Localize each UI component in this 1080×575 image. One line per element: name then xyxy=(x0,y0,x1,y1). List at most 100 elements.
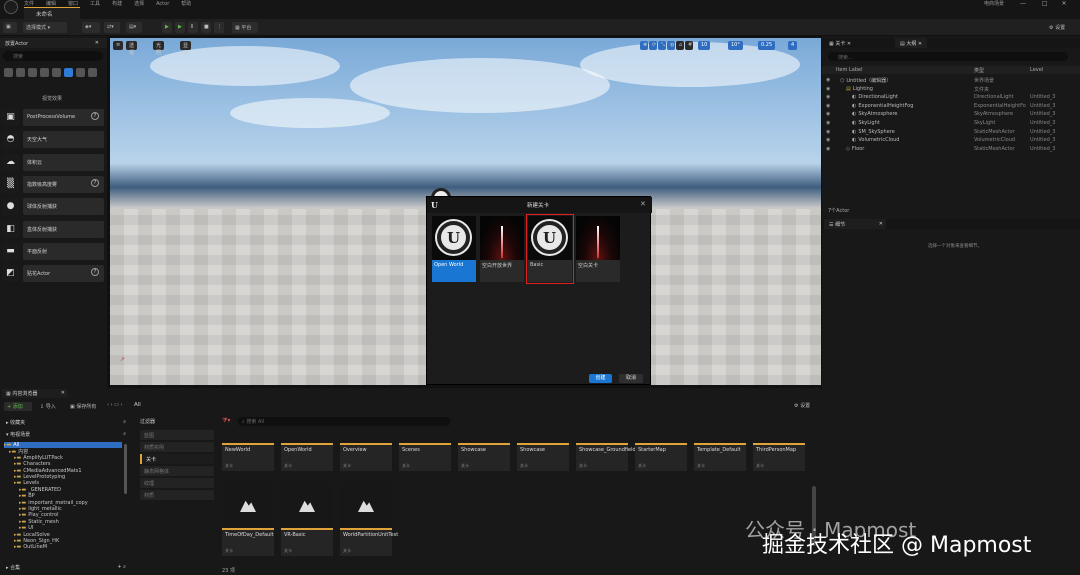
asset-tile[interactable]: Overview 关卡 xyxy=(340,443,392,471)
folder-tree-item[interactable]: ▸▬ Play_control xyxy=(4,512,122,518)
filter-icon[interactable]: ⧩▾ xyxy=(222,417,230,425)
place-actor-item[interactable]: ▣ PostProcessVolume? xyxy=(0,107,107,128)
close-icon[interactable]: ✕ xyxy=(95,40,99,46)
basic-icon[interactable] xyxy=(28,68,37,77)
level-template-tile[interactable]: 空白开放世界 xyxy=(480,216,524,282)
cancel-button[interactable]: 取消 xyxy=(619,374,643,383)
surface-snap-icon[interactable]: ⌂ xyxy=(676,41,684,50)
asset-tile[interactable]: NewWorld 关卡 xyxy=(222,443,274,471)
close-icon[interactable]: ✕ xyxy=(640,200,646,208)
asset-tile[interactable]: Scenes 关卡 xyxy=(399,443,451,471)
visibility-icon[interactable]: ◉ xyxy=(826,86,830,92)
cb-settings-button[interactable]: ⚙ 设置 xyxy=(794,402,810,409)
level-template-tile[interactable]: 空白关卡 xyxy=(576,216,620,282)
folder-tree-item[interactable]: ▸▬ OutLineM xyxy=(4,544,122,550)
camera-icon[interactable] xyxy=(52,68,61,77)
visibility-icon[interactable]: ◉ xyxy=(826,103,830,109)
create-button[interactable]: 创建 xyxy=(589,374,612,383)
visibility-icon[interactable]: ◉ xyxy=(826,77,830,83)
folder-tree-item[interactable]: ▸▬ _GENERATED xyxy=(4,487,122,493)
add-button[interactable]: + 添加 xyxy=(4,402,32,411)
menu-item[interactable]: 工具 xyxy=(90,0,100,7)
rotate-icon[interactable]: ⟳ xyxy=(649,41,657,50)
mode-select[interactable]: 选择模式 ▾ xyxy=(23,22,67,33)
shapes-icon[interactable] xyxy=(40,68,49,77)
tab-details[interactable]: ☰ 细节 ✕ xyxy=(824,219,886,229)
menu-item[interactable]: 文件 xyxy=(24,0,34,7)
place-actor-item[interactable]: ● 球体反射捕获 xyxy=(0,196,107,217)
outliner-row[interactable]: ◉ ▤ Lighting 文件夹 xyxy=(822,85,1080,93)
folder-tree-item[interactable]: ▸▬ LevelPrototyping xyxy=(4,474,122,480)
asset-tile[interactable]: Template_Default 关卡 xyxy=(694,443,746,471)
folder-tree-item[interactable]: ▸▬ Neon_Sign_HK xyxy=(4,538,122,544)
place-actor-item[interactable]: ☁ 体积云 xyxy=(0,152,107,173)
filter-item[interactable]: 材质实例 xyxy=(140,442,214,452)
folder-tree-item[interactable]: ▸▬ UI xyxy=(4,525,122,531)
scale-icon[interactable]: ⤡ xyxy=(658,41,666,50)
menu-item[interactable]: 窗口 xyxy=(68,0,78,7)
path-breadcrumb[interactable]: All xyxy=(134,402,141,408)
asset-tile[interactable]: ThirdPersonMap 关卡 xyxy=(753,443,805,471)
play-icon[interactable]: ▶ xyxy=(162,22,172,33)
folder-tree-item[interactable]: ▸▬ Levels xyxy=(4,480,122,486)
tab-levels[interactable]: ▦ 关卡 ✕ xyxy=(824,38,856,48)
favorites-section[interactable]: ▸ 收藏夹 ⌕ xyxy=(2,418,130,427)
folder-tree-item[interactable]: ▸▬ Characters xyxy=(4,461,122,467)
visibility-icon[interactable]: ◉ xyxy=(826,94,830,100)
filter-item[interactable]: 静态网格体 xyxy=(140,466,214,476)
world-icon[interactable]: ◍ xyxy=(667,41,675,50)
folder-tree-item[interactable]: ▸▬ AmplifyLUTPack xyxy=(4,455,122,461)
visibility-icon[interactable]: ◉ xyxy=(826,137,830,143)
folder-tree-item[interactable]: ▸▬ Static_mesh xyxy=(4,519,122,525)
grid-snap-icon[interactable]: # xyxy=(685,41,693,50)
folder-tree-item[interactable]: ▸▬ 内容 xyxy=(4,448,122,455)
platform-button[interactable]: ▦ 平台 xyxy=(232,22,258,33)
asset-tile[interactable]: Showcase_Groundfield 关卡 xyxy=(576,443,636,471)
folder-tree-item[interactable]: ▸▬ LocalSolve xyxy=(4,532,122,538)
all-classes-icon[interactable] xyxy=(88,68,97,77)
folder-tree-item[interactable]: ▸▬ All xyxy=(4,442,122,448)
settings-button[interactable]: ⚙ 设置 xyxy=(1046,22,1076,33)
move-icon[interactable]: ✥ xyxy=(640,41,648,50)
folder-tree-item[interactable]: ▸▬ CMediaAdvancedMats1 xyxy=(4,468,122,474)
asset-tile[interactable]: TimeOfDay_Default 关卡 xyxy=(222,482,274,556)
maximize-icon[interactable]: □ xyxy=(1042,0,1048,7)
visual-effects-icon[interactable] xyxy=(64,68,73,77)
viewport-button[interactable]: 透视 xyxy=(126,41,138,56)
col-item-label[interactable]: Item Label xyxy=(836,67,862,73)
outliner-row[interactable]: ◉ ◐ VolumetricCloud VolumetricCloud Untitled… xyxy=(822,136,1080,144)
tab-outliner[interactable]: ▤ 大纲 ✕ xyxy=(895,38,928,48)
asset-tile[interactable]: OpenWorld 关卡 xyxy=(281,443,333,471)
save-all-button[interactable]: ▣ 保存所有 xyxy=(68,402,102,411)
level-tab[interactable]: 未命名 xyxy=(24,7,80,19)
collections-section[interactable]: ▸ 合集 + ⌕ xyxy=(2,563,130,572)
help-icon[interactable]: ? xyxy=(91,178,99,187)
snap-value[interactable]: 4 xyxy=(788,41,798,50)
place-actor-item[interactable]: ▒ 指数级高度雾? xyxy=(0,174,107,195)
blueprint-icon[interactable]: ⇄▾ xyxy=(104,22,120,33)
nav-arrows[interactable]: ‹ › ▭ › xyxy=(107,402,123,408)
visibility-icon[interactable]: ◉ xyxy=(826,146,830,152)
volume-icon[interactable] xyxy=(76,68,85,77)
outliner-row[interactable]: ◉ ◐ SkyLight SkyLight Untitled_3 xyxy=(822,119,1080,127)
import-button[interactable]: ⇩ 导入 xyxy=(38,402,62,411)
viewport-button[interactable]: 显示 xyxy=(180,41,192,56)
filter-item[interactable]: 纹理 xyxy=(140,478,214,488)
level-template-tile[interactable]: U Open World xyxy=(432,216,476,282)
tab-content-browser[interactable]: ▦ 内容浏览器 ✕ xyxy=(2,389,68,398)
stop-icon[interactable]: ■ xyxy=(201,22,211,33)
close-icon[interactable]: ✕ xyxy=(1062,0,1067,7)
menu-item[interactable]: 选择 xyxy=(134,0,144,7)
outliner-row[interactable]: ◉ ⬡ Untitled（编辑器） 世界场景 xyxy=(822,76,1080,84)
outliner-row[interactable]: ◉ ◐ SM_SkySphere StaticMeshActor Untitled_3 xyxy=(822,128,1080,136)
asset-tile[interactable]: VR-Basic 关卡 xyxy=(281,482,333,556)
visibility-icon[interactable]: ◉ xyxy=(826,129,830,135)
outliner-row[interactable]: ◉ ◇ Floor StaticMeshActor Untitled_3 xyxy=(822,145,1080,153)
visibility-icon[interactable]: ◉ xyxy=(826,120,830,126)
asset-tile[interactable]: Showcase 关卡 xyxy=(458,443,510,471)
menu-item[interactable]: 帮助 xyxy=(181,0,191,7)
col-type[interactable]: 类型 xyxy=(974,67,984,74)
outliner-row[interactable]: ◉ ◐ DirectionalLight DirectionalLight Untitl… xyxy=(822,93,1080,101)
viewport-button[interactable]: 光照 xyxy=(153,41,165,56)
place-actors-search[interactable]: 搜索 xyxy=(3,51,103,61)
